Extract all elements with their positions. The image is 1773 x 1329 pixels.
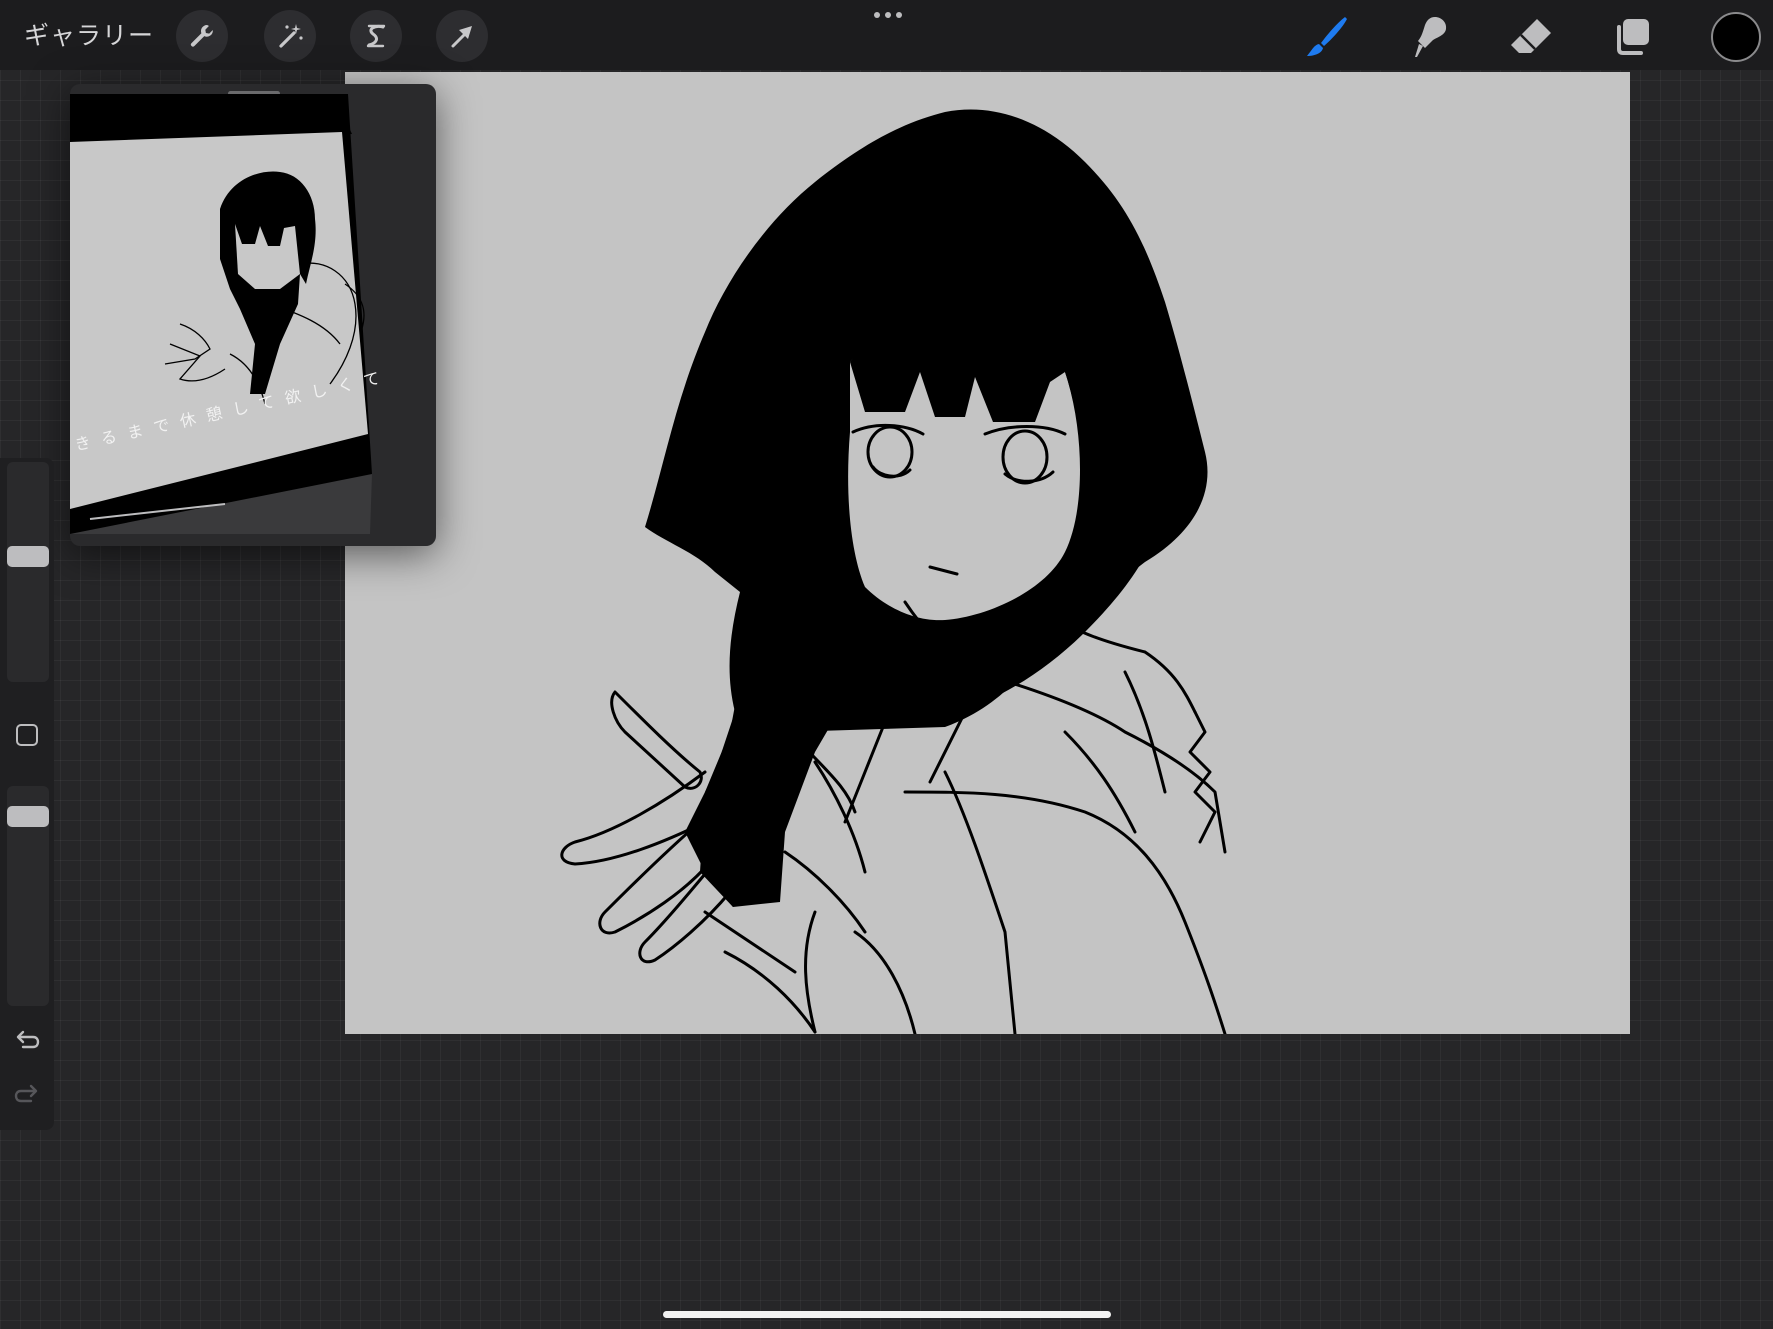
brush-size-thumb[interactable] bbox=[7, 546, 49, 567]
layers-button[interactable] bbox=[1606, 10, 1660, 64]
undo-icon[interactable] bbox=[13, 1026, 41, 1054]
arrow-cursor-icon bbox=[451, 26, 472, 48]
smudge-icon bbox=[1415, 17, 1447, 57]
opacity-slider[interactable] bbox=[7, 786, 49, 1006]
redo-icon[interactable] bbox=[13, 1080, 41, 1108]
home-indicator[interactable] bbox=[663, 1311, 1111, 1318]
eraser-tool-button[interactable] bbox=[1504, 10, 1558, 64]
selection-s-icon bbox=[366, 24, 386, 48]
gallery-button[interactable]: ギャラリー bbox=[24, 16, 154, 52]
eraser-icon bbox=[1511, 19, 1551, 53]
magic-wand-icon bbox=[279, 24, 303, 48]
line-art-illustration bbox=[560, 109, 1227, 1034]
brush-tool-button[interactable] bbox=[1300, 10, 1354, 64]
selection-button[interactable] bbox=[350, 10, 402, 62]
brush-icon bbox=[1307, 17, 1347, 56]
smudge-tool-button[interactable] bbox=[1402, 10, 1456, 64]
actions-button[interactable] bbox=[176, 10, 228, 62]
brush-size-slider[interactable] bbox=[7, 462, 49, 682]
modifier-button[interactable] bbox=[16, 724, 38, 746]
adjustments-button[interactable] bbox=[264, 10, 316, 62]
more-options-icon[interactable] bbox=[870, 6, 906, 24]
left-sidebar bbox=[0, 458, 54, 1130]
top-toolbar: ギャラリー bbox=[0, 0, 1773, 70]
transform-button[interactable] bbox=[436, 10, 488, 62]
opacity-thumb[interactable] bbox=[7, 806, 49, 827]
wrench-icon bbox=[190, 24, 213, 47]
layers-icon bbox=[1617, 19, 1649, 55]
reference-window[interactable]: きるまで休憩して欲しくて bbox=[70, 84, 436, 546]
reference-image bbox=[70, 94, 372, 534]
drawing-canvas[interactable] bbox=[345, 72, 1630, 1034]
color-picker-button[interactable] bbox=[1711, 12, 1761, 62]
